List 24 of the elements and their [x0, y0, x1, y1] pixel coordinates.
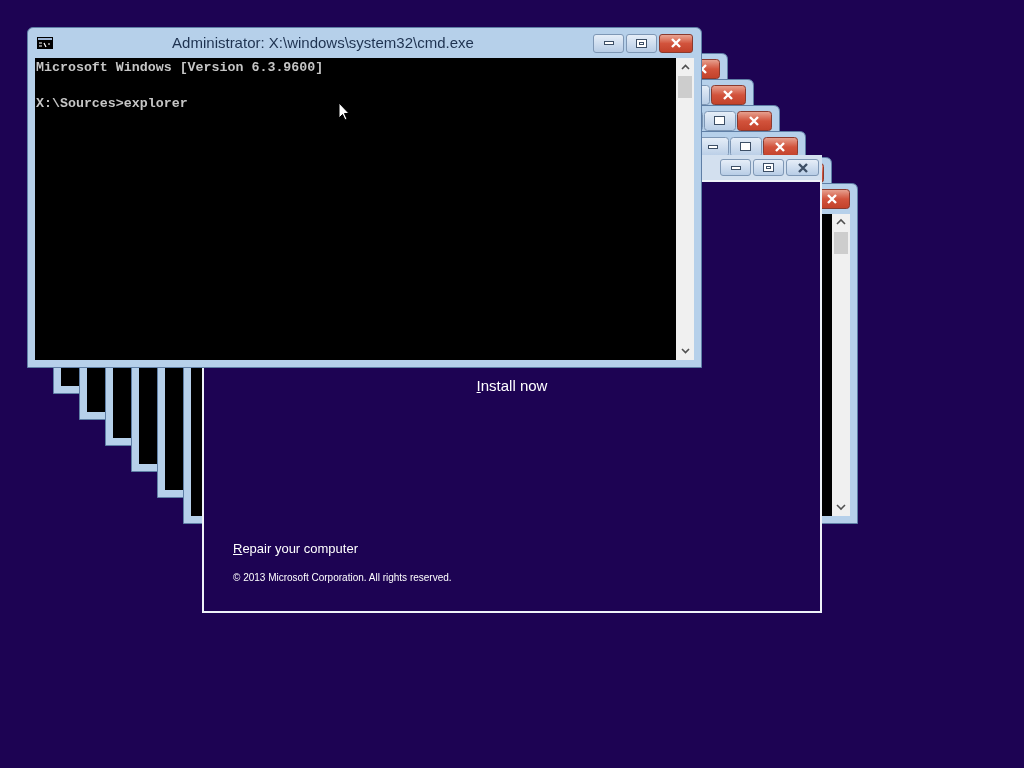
window-title: Administrator: X:\windows\system32\cmd.exe	[172, 32, 474, 53]
repair-link[interactable]: Repair your computer	[233, 538, 358, 558]
mouse-pointer-icon	[338, 102, 350, 121]
minimize-button[interactable]	[593, 33, 624, 53]
console-line: X:\Sources>explorer	[36, 95, 188, 113]
copyright-text: © 2013 Microsoft Corporation. All rights reserved.	[233, 571, 452, 585]
close-button[interactable]	[786, 159, 819, 176]
minimize-icon	[603, 41, 614, 45]
close-button[interactable]	[659, 33, 693, 53]
maximize-button[interactable]	[626, 33, 657, 53]
scroll-bar[interactable]	[676, 58, 694, 360]
maximize-icon	[763, 163, 774, 172]
maximize-button[interactable]	[753, 159, 784, 176]
install-now-button[interactable]: Install now	[476, 375, 548, 398]
maximize-icon	[636, 38, 647, 48]
minimize-icon	[730, 165, 741, 170]
close-icon	[796, 162, 809, 173]
console-icon	[37, 37, 53, 49]
scroll-up-icon[interactable]	[680, 64, 690, 70]
minimize-button[interactable]	[720, 159, 751, 176]
scroll-thumb[interactable]	[678, 76, 692, 98]
console-line: Microsoft Windows [Version 6.3.9600]	[36, 59, 324, 77]
scroll-down-icon[interactable]	[680, 348, 690, 354]
close-icon	[670, 38, 682, 48]
